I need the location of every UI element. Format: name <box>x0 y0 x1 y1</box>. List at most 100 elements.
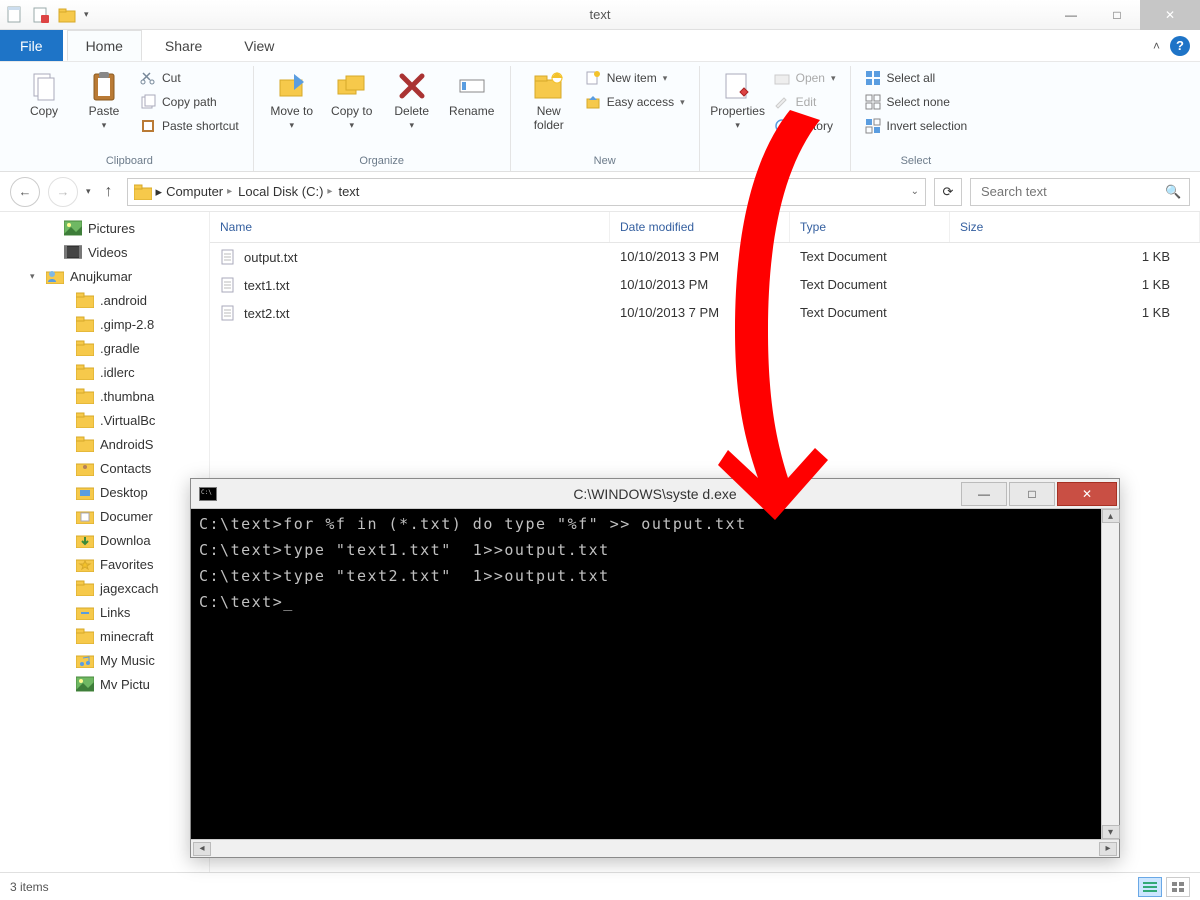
copy-to-button[interactable]: Copy to ▾ <box>324 66 380 135</box>
breadcrumb-dropdown-icon[interactable]: ⌄ <box>911 186 919 197</box>
tree-item[interactable]: Mv Pictu <box>0 672 209 696</box>
breadcrumb[interactable]: ▸ Computer▸ Local Disk (C:)▸ text ⌄ <box>127 178 926 206</box>
tree-item[interactable]: .android <box>0 288 209 312</box>
large-icons-view-button[interactable] <box>1166 877 1190 897</box>
tree-item[interactable]: .idlerc <box>0 360 209 384</box>
col-name[interactable]: Name <box>210 212 610 242</box>
properties-dd-icon[interactable]: ▾ <box>735 120 740 131</box>
recent-dropdown-icon[interactable]: ▾ <box>86 186 91 197</box>
delete-dd-icon[interactable]: ▾ <box>409 120 414 131</box>
moveto-dd-icon[interactable]: ▾ <box>289 120 294 131</box>
nav-tree[interactable]: PicturesVideos▾Anujkumar.android.gimp-2.… <box>0 212 210 872</box>
scroll-down-icon[interactable]: ▾ <box>1102 825 1120 839</box>
col-date[interactable]: Date modified <box>610 212 790 242</box>
tree-item[interactable]: Links <box>0 600 209 624</box>
table-row[interactable]: text1.txt10/10/2013 PMText Document1 KB <box>210 271 1200 299</box>
tree-item[interactable]: .gradle <box>0 336 209 360</box>
tree-item[interactable]: Documer <box>0 504 209 528</box>
history-button[interactable]: History <box>770 116 840 136</box>
cmd-output[interactable]: C:\text>for %f in (*.txt) do type "%f" >… <box>191 509 1119 839</box>
tree-item[interactable]: Videos <box>0 240 209 264</box>
cmd-maximize-button[interactable]: □ <box>1009 482 1055 506</box>
cut-button[interactable]: Cut <box>136 68 243 88</box>
crumb-text[interactable]: text <box>338 184 359 199</box>
tree-item[interactable]: Contacts <box>0 456 209 480</box>
easy-access-button[interactable]: Easy access <box>581 92 689 112</box>
scroll-left-icon[interactable]: ◂ <box>193 842 211 856</box>
forward-button[interactable]: → <box>48 177 78 207</box>
paste-button[interactable]: Paste ▾ <box>76 66 132 135</box>
tree-item[interactable]: Pictures <box>0 216 209 240</box>
copy-path-button[interactable]: Copy path <box>136 92 243 112</box>
cmd-line: C:\text>_ <box>199 593 1111 611</box>
paste-dropdown-icon[interactable]: ▾ <box>102 120 107 131</box>
tree-item[interactable]: .thumbna <box>0 384 209 408</box>
tree-item[interactable]: ▾Anujkumar <box>0 264 209 288</box>
col-size[interactable]: Size <box>950 212 1200 242</box>
tree-item[interactable]: My Music <box>0 648 209 672</box>
copy-button[interactable]: Copy <box>16 66 72 122</box>
paste-shortcut-icon <box>140 118 156 134</box>
group-new: New folder New item Easy access New <box>511 66 700 171</box>
close-button[interactable]: ✕ <box>1140 0 1200 30</box>
cmd-vertical-scrollbar[interactable]: ▴ ▾ <box>1101 509 1119 839</box>
copyto-dd-icon[interactable]: ▾ <box>349 120 354 131</box>
share-tab[interactable]: Share <box>146 30 221 61</box>
tree-item-label: Downloa <box>100 533 151 548</box>
table-row[interactable]: text2.txt10/10/2013 7 PMText Document1 K… <box>210 299 1200 327</box>
text-file-icon <box>220 249 236 265</box>
new-folder-button[interactable]: New folder <box>521 66 577 136</box>
search-box[interactable]: 🔍 <box>970 178 1190 206</box>
refresh-button[interactable]: ⟳ <box>934 178 962 206</box>
move-to-button[interactable]: Move to ▾ <box>264 66 320 135</box>
home-tab[interactable]: Home <box>67 30 142 61</box>
folder-qat-icon[interactable] <box>58 6 76 24</box>
qat-dropdown-icon[interactable]: ▾ <box>84 9 89 20</box>
back-button[interactable]: ← <box>10 177 40 207</box>
maximize-button[interactable]: □ <box>1094 0 1140 30</box>
tree-item[interactable]: .VirtualBc <box>0 408 209 432</box>
up-button[interactable]: ↑ <box>99 183 119 201</box>
table-row[interactable]: output.txt10/10/2013 3 PMText Document1 … <box>210 243 1200 271</box>
properties-qat-icon[interactable] <box>32 6 50 24</box>
tree-item[interactable]: jagexcach <box>0 576 209 600</box>
crumb-sep-icon[interactable]: ▸ <box>156 184 163 200</box>
tree-item[interactable]: Downloa <box>0 528 209 552</box>
tree-item-label: minecraft <box>100 629 153 644</box>
rename-button[interactable]: Rename <box>444 66 500 122</box>
scroll-right-icon[interactable]: ▸ <box>1099 842 1117 856</box>
tree-item[interactable]: minecraft <box>0 624 209 648</box>
delete-button[interactable]: Delete ▾ <box>384 66 440 135</box>
help-icon[interactable]: ? <box>1170 36 1190 56</box>
cmd-horizontal-scrollbar[interactable]: ◂ ▸ <box>191 839 1119 857</box>
tree-item[interactable]: AndroidS <box>0 432 209 456</box>
crumb-sep-icon[interactable]: ▸ <box>225 186 234 197</box>
paste-shortcut-button[interactable]: Paste shortcut <box>136 116 243 136</box>
select-all-button[interactable]: Select all <box>861 68 972 88</box>
file-qat-icon[interactable] <box>6 6 24 24</box>
invert-selection-button[interactable]: Invert selection <box>861 116 972 136</box>
tree-item[interactable]: Favorites <box>0 552 209 576</box>
details-view-button[interactable] <box>1138 877 1162 897</box>
crumb-sep-icon[interactable]: ▸ <box>325 186 334 197</box>
col-type[interactable]: Type <box>790 212 950 242</box>
tree-item[interactable]: Desktop <box>0 480 209 504</box>
search-input[interactable] <box>979 183 1159 200</box>
ribbon-collapse-icon[interactable]: ˄ <box>1153 39 1160 53</box>
cmd-title-bar[interactable]: C:\WINDOWS\syste d.exe — □ ✕ <box>191 479 1119 509</box>
properties-button[interactable]: Properties ▾ <box>710 66 766 135</box>
view-tab[interactable]: View <box>225 30 293 61</box>
scroll-up-icon[interactable]: ▴ <box>1102 509 1120 523</box>
cmd-minimize-button[interactable]: — <box>961 482 1007 506</box>
cmd-window[interactable]: C:\WINDOWS\syste d.exe — □ ✕ C:\text>for… <box>190 478 1120 858</box>
crumb-disk[interactable]: Local Disk (C:)▸ <box>238 184 334 199</box>
select-none-button[interactable]: Select none <box>861 92 972 112</box>
new-item-button[interactable]: New item <box>581 68 689 88</box>
minimize-button[interactable]: — <box>1048 0 1094 30</box>
edit-button[interactable]: Edit <box>770 92 840 112</box>
open-file-button[interactable]: Open <box>770 68 840 88</box>
tree-item[interactable]: .gimp-2.8 <box>0 312 209 336</box>
file-tab[interactable]: File <box>0 30 63 61</box>
cmd-close-button[interactable]: ✕ <box>1057 482 1117 506</box>
crumb-computer[interactable]: Computer▸ <box>166 184 234 199</box>
